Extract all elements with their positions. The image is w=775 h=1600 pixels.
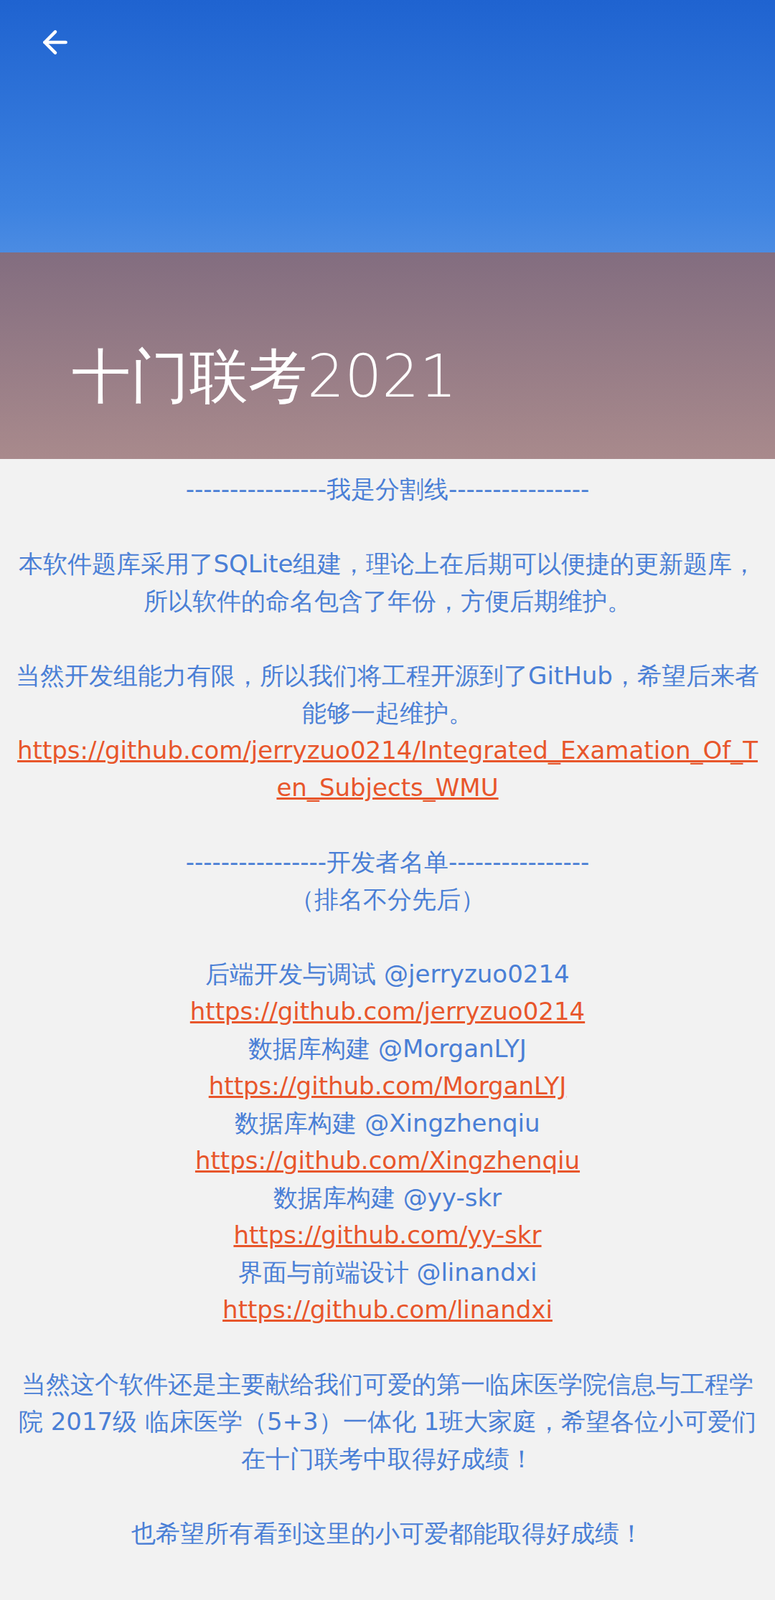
back-button[interactable] [37, 24, 74, 61]
open-source-group: 当然开发组能力有限，所以我们将工程开源到了GitHub，希望后来者能够一起维护。… [15, 657, 760, 807]
dedication: 当然这个软件还是主要献给我们可爱的第一临床医学院信息与工程学院 2017级 临床… [15, 1366, 760, 1479]
developer-link-line: https://github.com/MorganLYJ [15, 1067, 760, 1106]
developer-link-line: https://github.com/jerryzuo0214 [15, 993, 760, 1031]
developer-role: 数据库构建 @MorganLYJ [15, 1030, 760, 1068]
developer-link-line: https://github.com/linandxi [15, 1291, 760, 1329]
repo-link-line: https://github.com/jerryzuo0214/Integrat… [15, 731, 760, 807]
developer-link[interactable]: https://github.com/Xingzhenqiu [195, 1146, 580, 1176]
developer-link[interactable]: https://github.com/MorganLYJ [208, 1072, 567, 1101]
developer-item: 数据库构建 @Xingzhenqiuhttps://github.com/Xin… [15, 1105, 760, 1180]
about-page: 十门联考2021 ----------------我是分割线-----------… [0, 0, 775, 1600]
developer-role: 数据库构建 @Xingzhenqiu [15, 1105, 760, 1143]
developers-note: （排名不分先后） [15, 881, 760, 919]
closing: 也希望所有看到这里的小可爱都能取得好成绩！ [15, 1515, 760, 1553]
section-divider: ----------------我是分割线---------------- [15, 470, 760, 509]
developer-item: 后端开发与调试 @jerryzuo0214https://github.com/… [15, 955, 760, 1031]
developer-role: 后端开发与调试 @jerryzuo0214 [15, 955, 760, 994]
developer-list: 后端开发与调试 @jerryzuo0214https://github.com/… [15, 955, 760, 1329]
back-arrow-icon [37, 24, 74, 61]
section-divider: ----------------开发者名单---------------- [15, 843, 760, 882]
app-title: 十门联考2021 [71, 344, 458, 410]
developer-item: 数据库构建 @MorganLYJ https://github.com/Morga… [15, 1030, 760, 1106]
developer-link[interactable]: https://github.com/yy-skr [233, 1221, 542, 1251]
developer-role: 界面与前端设计 @linandxi [15, 1254, 760, 1292]
about-content: ----------------我是分割线---------------- 本软件… [0, 459, 775, 1582]
developer-link[interactable]: https://github.com/jerryzuo0214 [190, 997, 585, 1027]
developer-link-line: https://github.com/Xingzhenqiu [15, 1142, 760, 1180]
developer-link-line: https://github.com/yy-skr [15, 1217, 760, 1255]
developer-role: 数据库构建 @yy-skr [15, 1179, 760, 1218]
paragraph: 本软件题库采用了SQLite组建，理论上在后期可以便捷的更新题库，所以软件的命名… [15, 545, 760, 620]
header-photo: 十门联考2021 [0, 0, 775, 460]
paragraph: 当然开发组能力有限，所以我们将工程开源到了GitHub，希望后来者能够一起维护。 [15, 657, 760, 732]
developer-item: 数据库构建 @yy-skrhttps://github.com/yy-skr [15, 1179, 760, 1255]
developer-item: 界面与前端设计 @linandxihttps://github.com/lina… [15, 1254, 760, 1329]
developer-link[interactable]: https://github.com/linandxi [222, 1295, 553, 1325]
repo-link[interactable]: https://github.com/jerryzuo0214/Integrat… [17, 736, 758, 803]
developers-header: ----------------开发者名单----------------（排名… [15, 843, 760, 919]
